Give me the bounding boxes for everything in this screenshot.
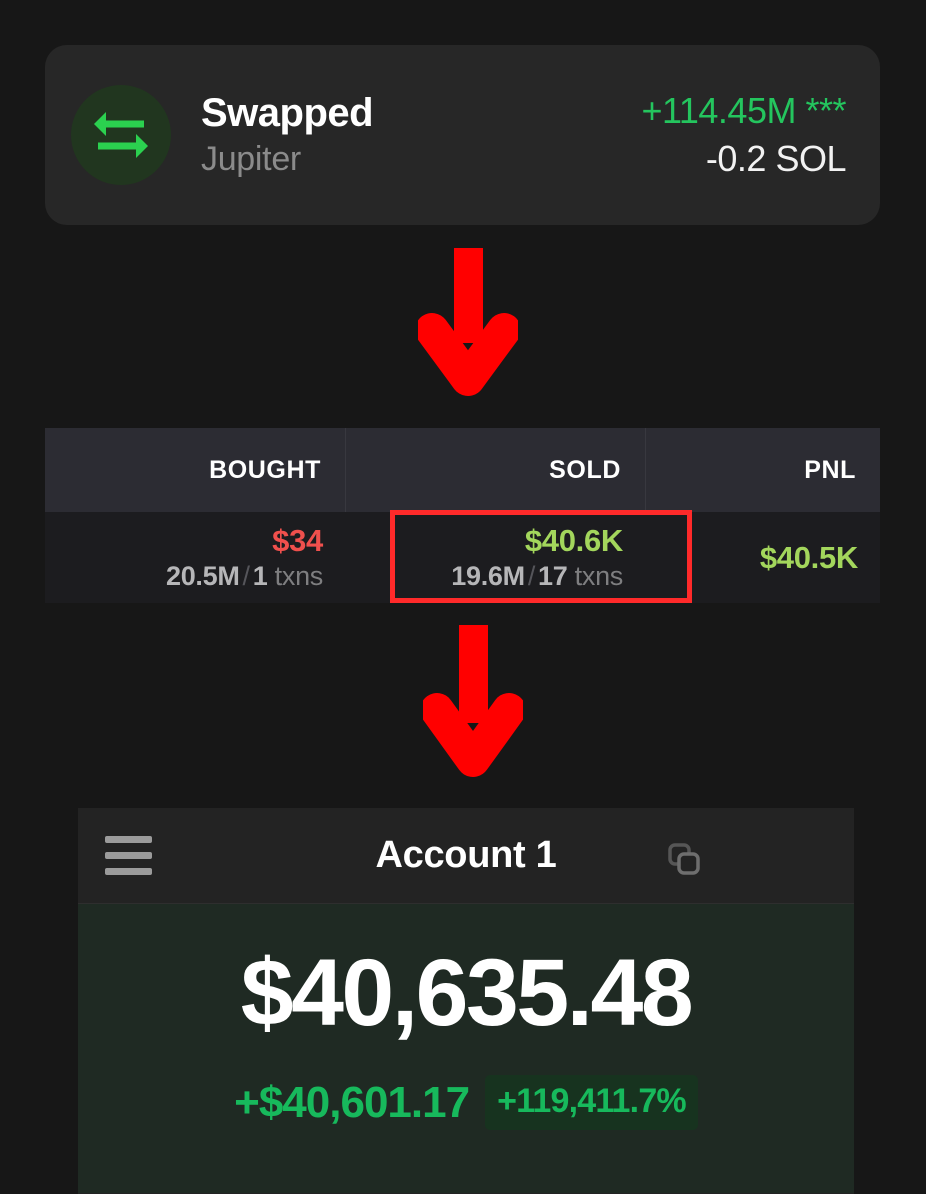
sold-separator: / (527, 561, 536, 591)
hamburger-bar-1 (105, 836, 152, 843)
account-name[interactable]: Account 1 (78, 834, 854, 877)
sold-txn-label: txns (574, 561, 624, 591)
table-data-row: $34 20.5M/1 txns $40.6K 19.6M/17 txns $4… (45, 512, 880, 603)
balance-change-amount: +$40,601.17 (234, 1077, 470, 1127)
sold-token-amount: 19.6M (451, 561, 525, 591)
wallet-balance-section: $40,635.48 +$40,601.17 +119,411.7% (78, 904, 854, 1193)
sold-amount: $40.6K (524, 523, 623, 558)
hamburger-bar-2 (105, 852, 152, 859)
bought-details: 20.5M/1 txns (166, 561, 323, 592)
copy-glyph (668, 843, 700, 875)
swap-arrows-icon (71, 85, 171, 185)
swap-amount-sent: -0.2 SOL (705, 138, 847, 179)
hamburger-menu-icon[interactable] (105, 836, 152, 875)
balance-change-percent-badge: +119,411.7% (485, 1075, 698, 1130)
flow-arrow-top (418, 248, 518, 403)
down-arrow-glyph (418, 248, 518, 396)
copy-icon[interactable] (666, 841, 702, 882)
cell-pnl[interactable]: $40.5K (645, 512, 880, 603)
trade-stats-table: BOUGHT SOLD PNL $34 20.5M/1 txns $40.6K … (45, 428, 880, 603)
column-header-bought: BOUGHT (209, 455, 321, 484)
column-header-pnl: PNL (645, 428, 880, 512)
hamburger-bar-3 (105, 868, 152, 875)
swap-title: Swapped (201, 91, 374, 135)
column-header-sold: SOLD (345, 428, 645, 512)
table-header-row: BOUGHT SOLD PNL (45, 428, 880, 512)
bought-token-amount: 20.5M (166, 561, 240, 591)
bought-amount: $34 (272, 523, 323, 558)
cell-bought[interactable]: $34 20.5M/1 txns (45, 512, 345, 603)
swap-amount-received: +114.45M *** (641, 90, 847, 131)
sold-details: 19.6M/17 txns (451, 561, 623, 592)
swap-protocol-name: Jupiter (201, 140, 301, 178)
wallet-header: Account 1 (78, 808, 854, 904)
flow-arrow-bottom (423, 625, 523, 785)
bought-separator: / (242, 561, 251, 591)
bought-txn-label: txns (274, 561, 324, 591)
swap-arrows-glyph (94, 112, 148, 158)
bought-txn-count: 1 (252, 561, 268, 591)
sold-txn-count: 17 (538, 561, 568, 591)
swap-transaction-card[interactable]: Swapped Jupiter +114.45M *** -0.2 SOL (45, 45, 880, 225)
screenshot-root: Swapped Jupiter +114.45M *** -0.2 SOL BO… (0, 0, 926, 1194)
balance-change-row: +$40,601.17 +119,411.7% (234, 1075, 698, 1130)
swap-text-group: Swapped Jupiter (201, 91, 374, 179)
total-balance: $40,635.48 (240, 940, 694, 1046)
pnl-amount: $40.5K (759, 539, 858, 575)
arrow-left-head (94, 112, 106, 136)
swap-amounts-group: +114.45M *** -0.2 SOL (641, 90, 847, 180)
wallet-panel: Account 1 $40,635.48 +$40,601.17 +119,41… (78, 808, 854, 1194)
down-arrow-glyph (423, 625, 523, 777)
arrow-right-head (136, 134, 148, 158)
cell-sold[interactable]: $40.6K 19.6M/17 txns (345, 512, 645, 603)
